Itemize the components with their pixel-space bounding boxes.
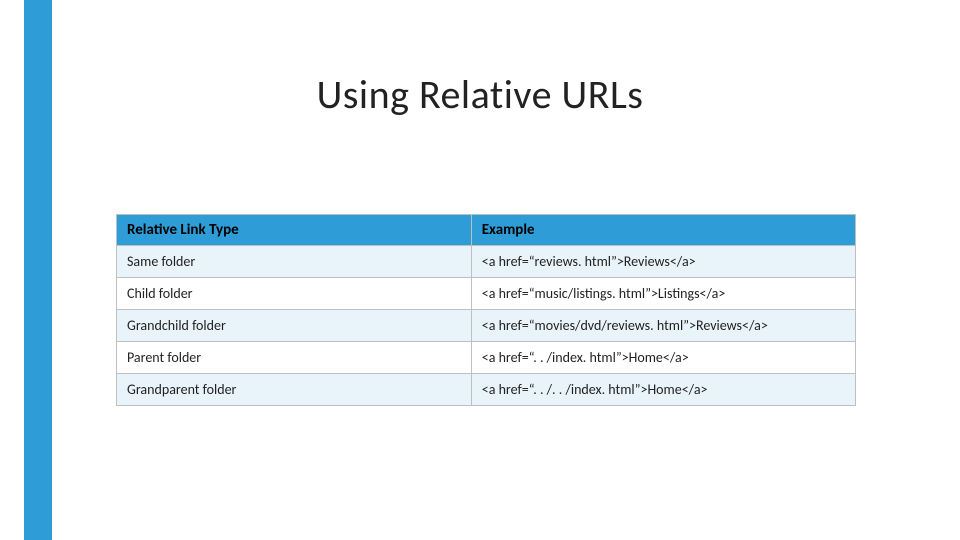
- cell-example: <a href=“. . /. . /index. html”>Home</a>: [471, 374, 855, 406]
- relative-urls-table: Relative Link Type Example Same folder <…: [116, 214, 856, 406]
- table-header-row: Relative Link Type Example: [117, 215, 856, 246]
- table-row: Child folder <a href=“music/listings. ht…: [117, 278, 856, 310]
- cell-link-type: Grandparent folder: [117, 374, 472, 406]
- cell-example: <a href=“reviews. html”>Reviews</a>: [471, 246, 855, 278]
- table-header-type: Relative Link Type: [117, 215, 472, 246]
- table-row: Parent folder <a href=“. . /index. html”…: [117, 342, 856, 374]
- page-title: Using Relative URLs: [0, 70, 960, 119]
- table-row: Grandparent folder <a href=“. . /. . /in…: [117, 374, 856, 406]
- cell-example: <a href=“. . /index. html”>Home</a>: [471, 342, 855, 374]
- cell-link-type: Same folder: [117, 246, 472, 278]
- cell-link-type: Child folder: [117, 278, 472, 310]
- table-row: Same folder <a href=“reviews. html”>Revi…: [117, 246, 856, 278]
- table-row: Grandchild folder <a href=“movies/dvd/re…: [117, 310, 856, 342]
- cell-example: <a href=“movies/dvd/reviews. html”>Revie…: [471, 310, 855, 342]
- table-header-example: Example: [471, 215, 855, 246]
- cell-link-type: Grandchild folder: [117, 310, 472, 342]
- cell-example: <a href=“music/listings. html”>Listings<…: [471, 278, 855, 310]
- cell-link-type: Parent folder: [117, 342, 472, 374]
